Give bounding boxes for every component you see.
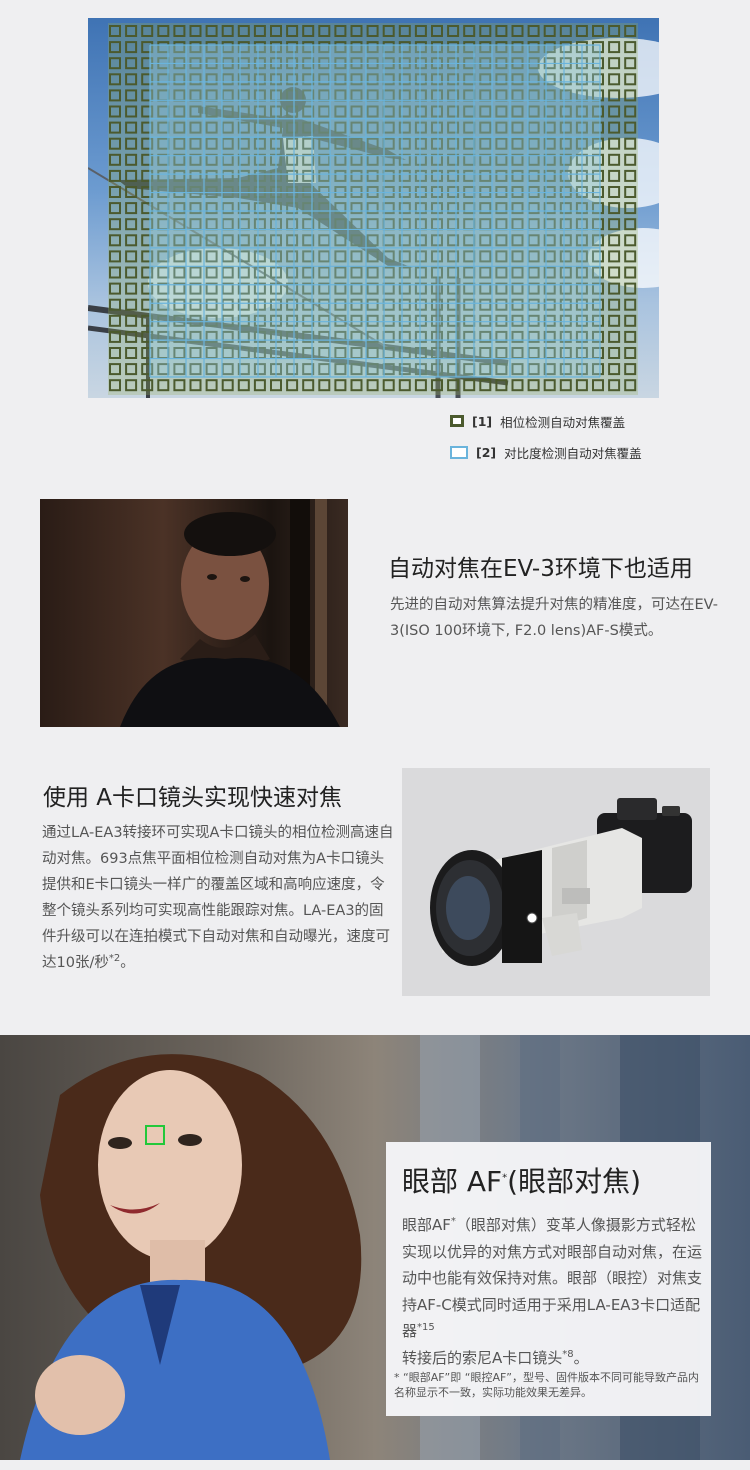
eye-af-title: 眼部 AF*(眼部对焦): [402, 1160, 641, 1200]
eye-af-text-3: 转接后的索尼A卡口镜头: [402, 1348, 563, 1367]
footnote-marker: *15: [417, 1322, 435, 1333]
phase-detection-swatch-icon: [450, 415, 464, 427]
legend-number: [1]: [472, 413, 493, 429]
contrast-detection-swatch-icon: [450, 445, 468, 459]
af-point-grid: [108, 23, 638, 395]
legend-phase-detection: [1] 相位检测自动对焦覆盖: [450, 411, 625, 431]
low-light-portrait-photo: [40, 499, 348, 727]
eye-af-footnote: * “眼部AF”即 “眼控AF”，型号、固件版本不同可能导致产品内名称显示不一致…: [394, 1371, 699, 1399]
af-coverage-image: [88, 18, 659, 398]
eye-af-text-2: （眼部对焦）变革人像摄影方式轻松实现以优异的对焦方式对眼部自动对焦，在运动中也能…: [402, 1216, 703, 1340]
eye-af-title-paren: (眼部对焦): [507, 1165, 642, 1198]
eye-af-text-1: 眼部AF: [402, 1216, 451, 1234]
a-mount-description-end: 。: [120, 955, 135, 971]
a-mount-description: 通过LA-EA3转接环可实现A卡口镜头的相位检测高速自动对焦。693点焦平面相位…: [42, 820, 394, 976]
low-light-af-title: 自动对焦在EV-3环境下也适用: [388, 556, 693, 582]
legend-label: 相位检测自动对焦覆盖: [500, 414, 626, 430]
low-light-af-description: 先进的自动对焦算法提升对焦的精准度，可达在EV-3(ISO 100环境下, F2…: [390, 597, 718, 639]
footnote-marker: *2: [108, 953, 121, 965]
eye-focus-box-icon: [145, 1125, 165, 1145]
legend-contrast-detection: [2] 对比度检测自动对焦覆盖: [450, 442, 642, 462]
a-mount-description-text: 通过LA-EA3转接环可实现A卡口镜头的相位检测高速自动对焦。693点焦平面相位…: [42, 825, 394, 971]
a-mount-title: 使用 A卡口镜头实现快速对焦: [43, 785, 343, 811]
legend-label: 对比度检测自动对焦覆盖: [504, 445, 642, 461]
eye-af-title-main: 眼部 AF: [402, 1165, 503, 1198]
footnote-marker: *8: [562, 1348, 574, 1360]
eye-af-text-4: 。: [573, 1348, 589, 1367]
eye-af-info-card: 眼部 AF*(眼部对焦) 眼部AF*（眼部对焦）变革人像摄影方式轻松实现以优异的…: [386, 1142, 711, 1416]
eye-af-description: 眼部AF*（眼部对焦）变革人像摄影方式轻松实现以优异的对焦方式对眼部自动对焦，在…: [402, 1212, 702, 1371]
telephoto-lens-camera-photo: [402, 768, 710, 996]
legend-number: [2]: [476, 444, 497, 460]
